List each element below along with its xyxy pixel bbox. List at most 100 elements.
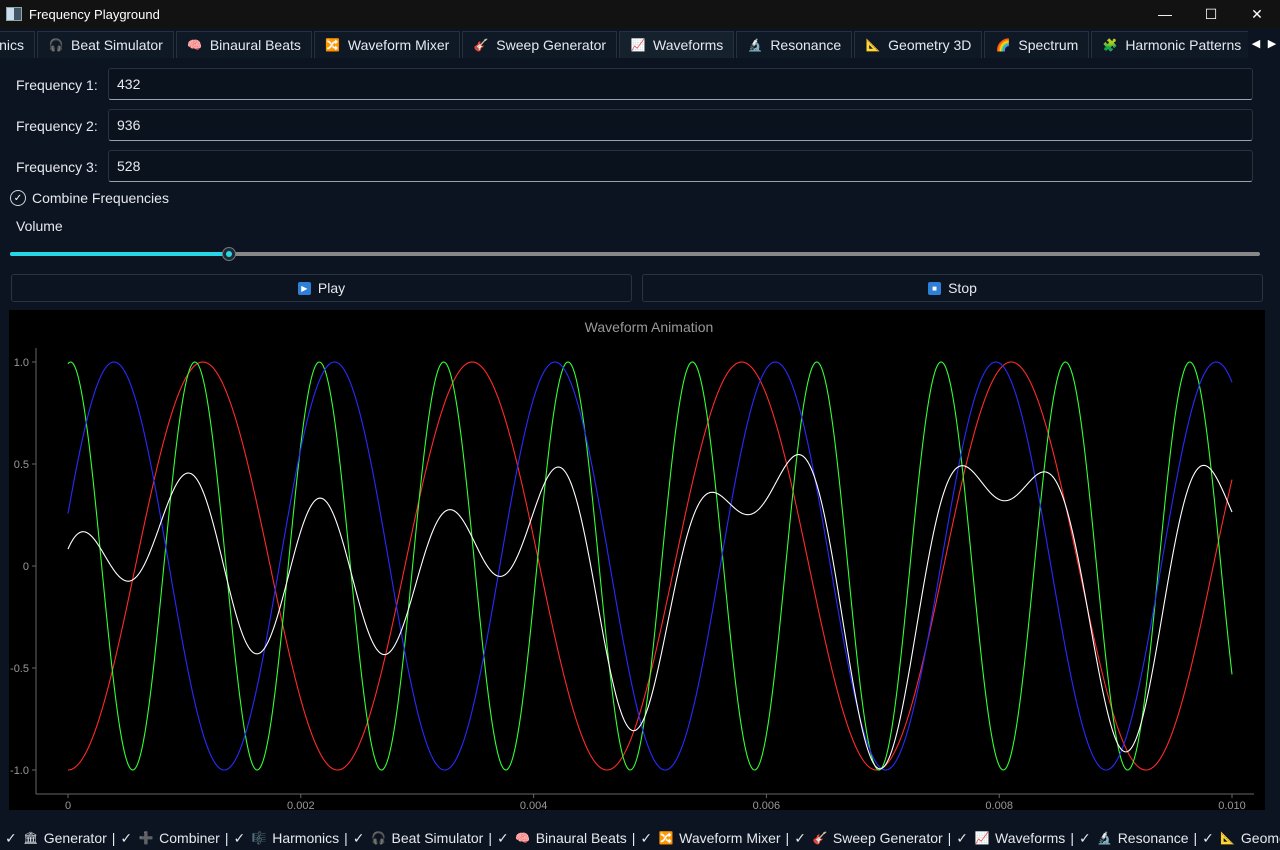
- stop-button-label: Stop: [948, 280, 977, 296]
- tab-label: Beat Simulator: [71, 37, 163, 53]
- series-line-528: [67, 361, 1233, 771]
- x-tick-label: 0.002: [287, 800, 315, 810]
- frequency-2-row: Frequency 2:: [0, 109, 1280, 143]
- series-line-combined: [67, 454, 1233, 770]
- series-line-432: [67, 361, 1233, 771]
- tab-label: Geometry 3D: [888, 37, 972, 53]
- tab-spectrum[interactable]: 🌈 Spectrum: [984, 31, 1090, 58]
- check-icon: ✓: [640, 829, 653, 846]
- check-icon: ✓: [5, 829, 17, 846]
- tab-harmonic-patterns[interactable]: 🧩 Harmonic Patterns: [1091, 31, 1253, 58]
- status-separator: |: [111, 830, 116, 846]
- status-item: | ✓ 🔀 Waveform Mixer: [627, 830, 781, 847]
- status-item-label: Beat Simulator: [391, 830, 484, 846]
- tab-scroll-left-icon[interactable]: ◀: [1252, 37, 1260, 50]
- x-tick-label: 0.008: [985, 800, 1013, 810]
- check-icon: ✓: [120, 829, 133, 846]
- waveform-chart: Waveform Animation 1.0 0.5 0 -0.5 -1.0 0 0.002 0…: [10, 319, 1254, 812]
- status-item-label: Waveforms: [995, 830, 1066, 846]
- check-icon: ✓: [956, 829, 969, 846]
- tab-label: Harmonic Patterns: [1125, 37, 1242, 53]
- play-icon: ▶: [297, 281, 311, 295]
- tab-harmonics[interactable]: rmonics: [0, 31, 36, 58]
- x-tick-label: 0.006: [753, 800, 781, 810]
- tab-scroll-right-icon[interactable]: ▶: [1268, 37, 1276, 50]
- tab-waveform-mixer[interactable]: 🔀 Waveform Mixer: [313, 31, 461, 58]
- tab-label: Spectrum: [1018, 37, 1079, 53]
- frequency-1-input[interactable]: [108, 68, 1253, 100]
- status-separator: |: [947, 830, 952, 846]
- tab-sweep-generator[interactable]: 🎸 Sweep Generator: [462, 31, 618, 58]
- tab-resonance[interactable]: 🔬 Resonance: [736, 31, 853, 58]
- status-item-icon: 🎧: [371, 831, 386, 845]
- stop-icon: ■: [928, 281, 942, 295]
- tab-geometry-3d[interactable]: 📐 Geometry 3D: [854, 31, 983, 58]
- status-separator: |: [224, 830, 229, 846]
- status-item-label: Waveform Mixer: [679, 830, 781, 846]
- status-separator: |: [785, 830, 790, 846]
- close-button[interactable]: ✕: [1234, 0, 1280, 28]
- status-item: | ✓ 🎧 Beat Simulator: [339, 830, 483, 847]
- tab-binaural-beats[interactable]: 🧠 Binaural Beats: [175, 31, 312, 58]
- harmonic-patterns-icon: 🧩: [1102, 38, 1118, 52]
- frequency-3-label: Frequency 3:: [16, 159, 98, 175]
- window-title: Frequency Playground: [29, 6, 160, 22]
- status-item-label: Harmonics: [272, 830, 340, 846]
- frequency-3-input[interactable]: [108, 150, 1253, 182]
- stop-button[interactable]: ■ Stop: [642, 274, 1263, 302]
- status-item-icon: 🎼: [251, 831, 267, 845]
- waveform-mixer-icon: 🔀: [325, 38, 341, 52]
- frequency-2-input[interactable]: [108, 109, 1253, 141]
- status-item-icon: 🔀: [658, 831, 674, 845]
- status-item-icon: 📐: [1220, 831, 1236, 845]
- tab-beat-simulator[interactable]: 🎧 Beat Simulator: [37, 31, 174, 58]
- status-item: | ✓ 🎼 Harmonics: [220, 830, 339, 847]
- tab-label: Waveform Mixer: [347, 37, 450, 53]
- status-separator: |: [1193, 830, 1198, 846]
- tab-label: Binaural Beats: [209, 37, 301, 53]
- volume-slider-handle[interactable]: [221, 247, 236, 261]
- status-item: | ✓ 📈 Waveforms: [943, 830, 1066, 847]
- tab-label: Resonance: [770, 37, 842, 53]
- combine-frequencies-label: Combine Frequencies: [32, 190, 169, 206]
- status-item-label: Geometr: [1240, 830, 1280, 846]
- tab-label: rmonics: [0, 37, 25, 53]
- status-item-label: Resonance: [1117, 830, 1189, 846]
- status-item-label: Generator: [43, 830, 107, 846]
- status-separator: |: [1070, 830, 1074, 846]
- title-bar: Frequency Playground — ☐ ✕: [0, 0, 1280, 28]
- combine-frequencies-checkbox[interactable]: ✓ Combine Frequencies: [10, 190, 169, 206]
- status-item: | ✓ 🔬 Resonance: [1065, 830, 1188, 847]
- y-tick-label: 0.5: [14, 459, 29, 471]
- check-icon: ✓: [794, 829, 806, 846]
- status-item-label: Binaural Beats: [535, 830, 627, 846]
- minimize-button[interactable]: —: [1142, 0, 1188, 28]
- y-tick-label: 0: [23, 561, 29, 573]
- status-item: | ✓ ➕ Combiner: [107, 830, 220, 847]
- status-item: | ✓ 🧠 Binaural Beats: [483, 830, 626, 847]
- checkmark-icon[interactable]: ✓: [10, 190, 26, 206]
- check-icon: ✓: [1202, 829, 1214, 846]
- status-item-icon: 🧠: [515, 831, 531, 845]
- play-button[interactable]: ▶ Play: [11, 274, 632, 302]
- check-icon: ✓: [496, 829, 509, 846]
- chart-title: Waveform Animation: [585, 319, 714, 335]
- volume-slider[interactable]: [10, 246, 1260, 262]
- x-tick-label: 0: [65, 800, 71, 810]
- frequency-1-row: Frequency 1:: [0, 68, 1280, 102]
- tab-waveforms[interactable]: 📈 Waveforms: [619, 31, 735, 58]
- app-icon: [6, 7, 22, 21]
- tab-label: Waveforms: [653, 37, 724, 53]
- y-tick-label: -1.0: [10, 765, 29, 777]
- status-item-icon: 🎸: [812, 831, 828, 845]
- resonance-icon: 🔬: [747, 38, 763, 52]
- frequency-2-label: Frequency 2:: [16, 118, 98, 134]
- maximize-button[interactable]: ☐: [1188, 0, 1234, 28]
- play-button-label: Play: [317, 280, 346, 296]
- frequency-3-row: Frequency 3:: [0, 150, 1280, 184]
- status-item: ✓ 🏛 Generator: [5, 830, 107, 847]
- check-icon: ✓: [233, 829, 246, 846]
- status-item-icon: 🔬: [1097, 831, 1113, 845]
- volume-slider-fill: [10, 252, 229, 256]
- volume-label: Volume: [16, 218, 63, 234]
